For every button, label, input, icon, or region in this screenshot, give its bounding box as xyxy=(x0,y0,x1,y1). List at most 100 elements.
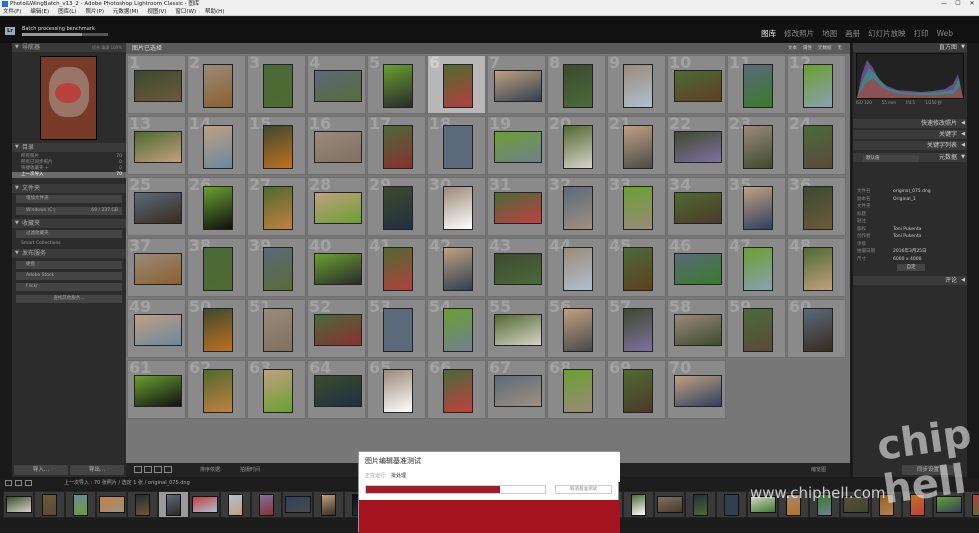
publish-adobe-stock[interactable]: Adobe Stock xyxy=(16,272,122,280)
grid-cell[interactable]: 17 xyxy=(367,116,426,175)
filmstrip-cell[interactable] xyxy=(96,491,127,518)
filter-metadata[interactable]: 元数据 xyxy=(818,46,832,51)
grid-cell[interactable]: 26 xyxy=(187,177,246,236)
filmstrip-cell[interactable] xyxy=(220,491,251,518)
grid-cell[interactable]: 54 xyxy=(427,299,486,358)
grid-cell[interactable]: 37 xyxy=(127,238,186,297)
forward-icon[interactable] xyxy=(25,480,32,486)
grid-cell[interactable]: 36 xyxy=(787,177,846,236)
filmstrip-source-path[interactable]: 上一次导入 : 70 张照片 / 选定 1 张 / original_075.d… xyxy=(64,478,190,489)
filter-attribute[interactable]: 属性 xyxy=(803,46,812,51)
menu-help[interactable]: 帮助(H) xyxy=(205,8,224,16)
grid-cell[interactable]: 45 xyxy=(607,238,666,297)
grid-cell[interactable]: 61 xyxy=(127,360,186,419)
comments-header[interactable]: 评论 ◀ xyxy=(853,276,967,285)
grid-cell[interactable]: 42 xyxy=(427,238,486,297)
grid-cell[interactable]: 12 xyxy=(787,55,846,114)
grid-cell[interactable]: 49 xyxy=(127,299,186,358)
navigator-preview[interactable] xyxy=(40,56,97,140)
grid-cell[interactable]: 22 xyxy=(667,116,726,175)
grid-cell[interactable]: 41 xyxy=(367,238,426,297)
nav-fill[interactable]: 填满 xyxy=(101,45,109,50)
grid-cell[interactable]: 62 xyxy=(187,360,246,419)
catalog-row-last-import[interactable]: 上一次导入 70 xyxy=(12,172,126,178)
grid-cell[interactable]: 40 xyxy=(307,238,366,297)
grid-cell[interactable]: 64 xyxy=(307,360,366,419)
metadata-value[interactable]: original_075.dng xyxy=(893,189,931,195)
quick-develop-header[interactable]: 快速修改照片 ◀ xyxy=(853,119,967,128)
grid-cell[interactable]: 7 xyxy=(487,55,546,114)
nav-100[interactable]: 100% xyxy=(111,45,122,50)
grid-cell[interactable]: 13 xyxy=(127,116,186,175)
grid-cell[interactable]: 35 xyxy=(727,177,786,236)
filmstrip-cell[interactable] xyxy=(3,491,34,518)
grid-view-icon[interactable] xyxy=(134,466,142,473)
filmstrip-cell[interactable] xyxy=(189,491,220,518)
grid-cell[interactable]: 44 xyxy=(547,238,606,297)
volume-bar[interactable]: Windows (C:) 69 / 237 GB xyxy=(16,207,122,215)
find-more-services[interactable]: 查找其他服务... xyxy=(16,295,122,303)
export-button[interactable]: 导出... xyxy=(70,465,124,475)
smart-collections[interactable]: Smart Collections xyxy=(12,241,126,247)
grid-cell[interactable]: 70 xyxy=(667,360,726,419)
collection-filter[interactable]: 过滤收藏夹 xyxy=(16,230,122,238)
menu-window[interactable]: 窗口(W) xyxy=(175,8,196,16)
publish-hdd[interactable]: 硬盘 xyxy=(16,261,122,269)
menu-photo[interactable]: 照片(P) xyxy=(85,8,104,16)
grid-cell[interactable]: 53 xyxy=(367,299,426,358)
compare-view-icon[interactable] xyxy=(154,466,162,473)
grid-cell[interactable]: 50 xyxy=(187,299,246,358)
grid-cell[interactable]: 47 xyxy=(727,238,786,297)
grid-cell[interactable]: 55 xyxy=(487,299,546,358)
minimize-button[interactable]: — xyxy=(937,0,951,8)
grid-cell[interactable]: 30 xyxy=(427,177,486,236)
menu-metadata[interactable]: 元数据(M) xyxy=(113,8,139,16)
thumbnail-size-label[interactable]: 缩览图 xyxy=(811,463,826,477)
filter-none[interactable]: 无 xyxy=(838,46,843,51)
folders-header[interactable]: ▼ 文件夹 xyxy=(12,184,126,193)
sort-value[interactable]: 拍摄时间 xyxy=(240,463,260,477)
filmstrip-cell[interactable] xyxy=(251,491,282,518)
close-button[interactable]: ✕ xyxy=(965,0,979,8)
publish-flickr[interactable]: Flickr xyxy=(16,283,122,291)
grid-cell[interactable]: 27 xyxy=(247,177,306,236)
grid-cell[interactable]: 28 xyxy=(307,177,366,236)
keywording-header[interactable]: 关键字 ◀ xyxy=(853,130,967,139)
grid-cell[interactable]: 14 xyxy=(187,116,246,175)
module-slideshow[interactable]: 幻灯片放映 xyxy=(868,29,906,38)
loupe-view-icon[interactable] xyxy=(144,466,152,473)
grid-cell[interactable]: 23 xyxy=(727,116,786,175)
grid-cell[interactable]: 58 xyxy=(667,299,726,358)
metadata-preset-select[interactable]: 默认值 xyxy=(863,155,919,162)
filmstrip-cell[interactable] xyxy=(282,491,313,518)
filmstrip-cell[interactable] xyxy=(716,491,747,518)
grid-cell[interactable]: 16 xyxy=(307,116,366,175)
filmstrip-cell[interactable] xyxy=(65,491,96,518)
grid-cell[interactable]: 11 xyxy=(727,55,786,114)
customize-button[interactable]: 自定 xyxy=(897,264,925,271)
grid-cell[interactable]: 18 xyxy=(427,116,486,175)
grid-cell[interactable]: 48 xyxy=(787,238,846,297)
grid-cell[interactable]: 21 xyxy=(607,116,666,175)
metadata-value[interactable]: Original_1 xyxy=(893,197,916,203)
metadata-value[interactable]: Toni Pukenta xyxy=(893,227,921,233)
grid-cell[interactable]: 6 xyxy=(427,55,486,114)
menu-edit[interactable]: 编辑(E) xyxy=(30,8,49,16)
grid-cell[interactable]: 3 xyxy=(247,55,306,114)
grid-cell[interactable]: 57 xyxy=(607,299,666,358)
nav-fit[interactable]: 适合 xyxy=(92,45,100,50)
keyword-list-header[interactable]: 关键字列表 ◀ xyxy=(853,141,967,150)
grid-cell[interactable]: 34 xyxy=(667,177,726,236)
grid-cell[interactable]: 38 xyxy=(187,238,246,297)
grid-cell[interactable]: 39 xyxy=(247,238,306,297)
menu-file[interactable]: 文件(F) xyxy=(3,8,21,16)
secondary-window-icon[interactable] xyxy=(5,480,12,486)
publish-header[interactable]: ▼ 发布服务 xyxy=(12,249,126,258)
grid-cell[interactable]: 24 xyxy=(787,116,846,175)
grid-cell[interactable]: 46 xyxy=(667,238,726,297)
back-icon[interactable] xyxy=(15,480,22,486)
grid-cell[interactable]: 29 xyxy=(367,177,426,236)
menu-view[interactable]: 视图(V) xyxy=(147,8,166,16)
grid-cell[interactable]: 10 xyxy=(667,55,726,114)
grid-cell[interactable]: 60 xyxy=(787,299,846,358)
